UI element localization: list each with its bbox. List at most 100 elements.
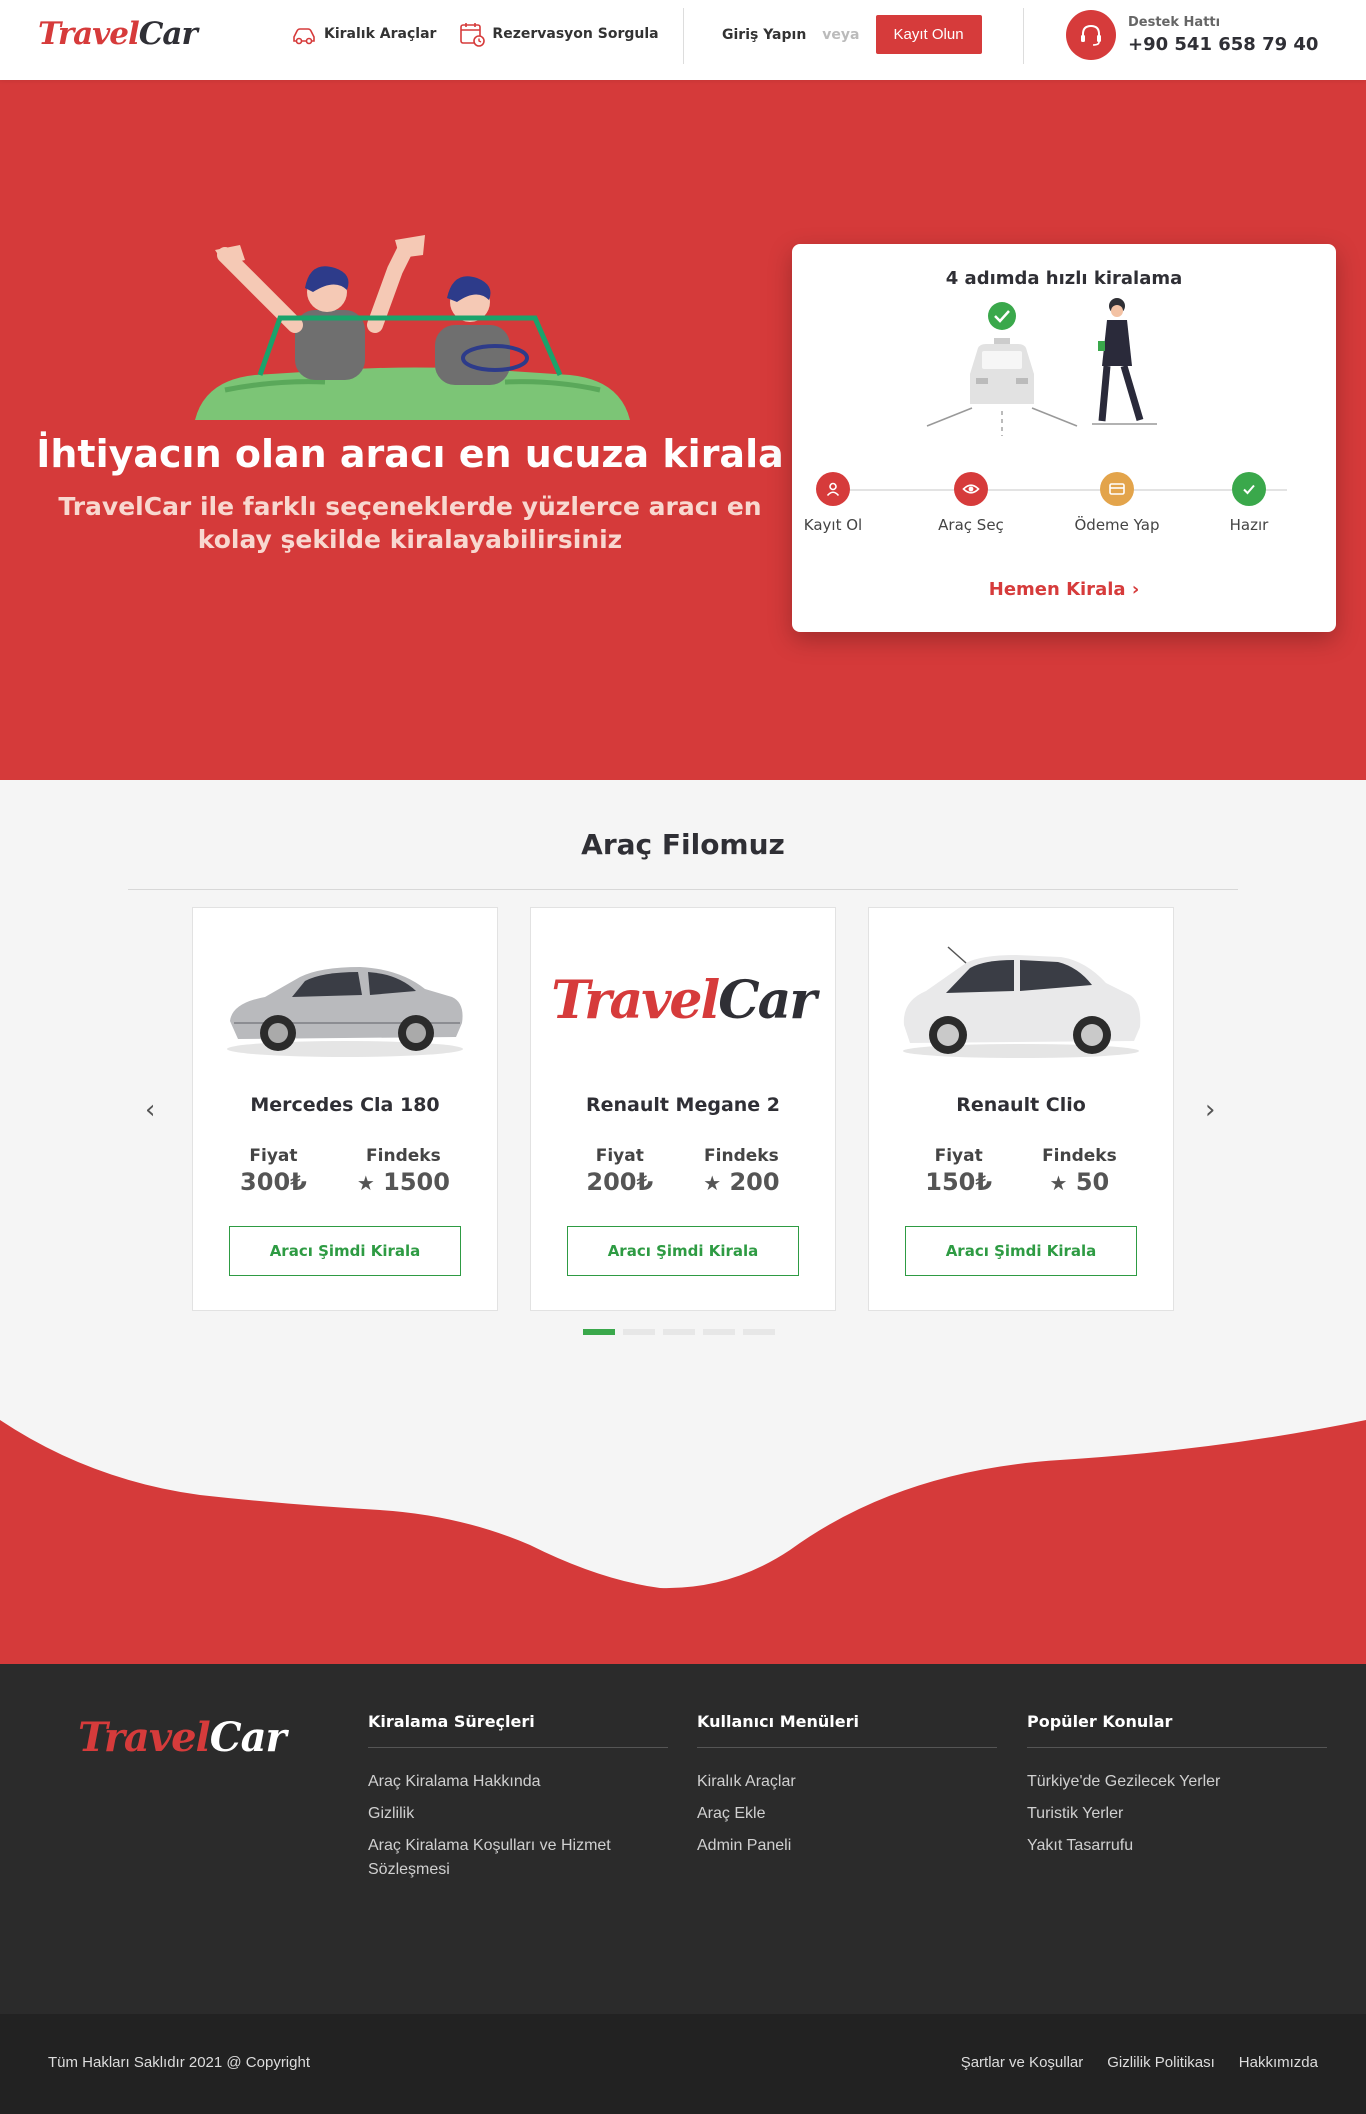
main-nav: Kiralık Araçlar Rezervasyon Sorgula — [290, 20, 659, 48]
nav-item-label: Rezervasyon Sorgula — [492, 26, 659, 42]
user-icon — [816, 472, 850, 506]
findeks-value: 200 — [729, 1168, 780, 1196]
about-link[interactable]: Hakkımızda — [1239, 2054, 1318, 2071]
star-icon: ★ — [1049, 1171, 1068, 1195]
site-header: TravelCar Kiralık Araçlar Rezervasyon So… — [0, 0, 1366, 80]
support-label: Destek Hattı — [1128, 15, 1221, 30]
footer-link[interactable]: Kiralık Araçlar — [697, 1770, 997, 1794]
login-link[interactable]: Giriş Yapın — [722, 27, 806, 43]
taxi-illustration — [926, 298, 1157, 436]
check-icon — [1232, 472, 1266, 506]
footer-link[interactable]: Araç Kiralama Hakkında — [368, 1770, 668, 1794]
footer-logo[interactable]: TravelCar — [78, 1714, 287, 1761]
step-choose-car: Araç Seç — [916, 472, 1026, 534]
findeks-stat: Findeks ★ 200 — [703, 1146, 779, 1196]
step-label: Ödeme Yap — [1074, 516, 1160, 534]
car-name: Mercedes Cla 180 — [250, 1094, 440, 1116]
privacy-policy-link[interactable]: Gizlilik Politikası — [1107, 2054, 1215, 2071]
logo-text-travel: Travel — [78, 1714, 211, 1761]
car-image-placeholder-logo: TravelCar — [541, 928, 825, 1073]
car-card: Renault Clio Fiyat 150₺ Findeks ★ 50 Ara… — [868, 907, 1174, 1311]
findeks-value: 1500 — [383, 1168, 450, 1196]
footer-column-popular-topics: Popüler Konular Türkiye'de Gezilecek Yer… — [1027, 1712, 1327, 1866]
footer-column-title: Kiralama Süreçleri — [368, 1712, 668, 1748]
footer-link[interactable]: Araç Ekle — [697, 1802, 997, 1826]
findeks-stat: Findeks ★ 50 — [1042, 1146, 1117, 1196]
quick-rent-steps-card: 4 adımda hızlı kiralama Kayıt Ol Araç Se… — [792, 244, 1336, 632]
price-stat: Fiyat 200₺ — [586, 1146, 653, 1196]
hero-subtitle: TravelCar ile farklı seçeneklerde yüzler… — [58, 492, 762, 554]
footer-link[interactable]: Türkiye'de Gezilecek Yerler — [1027, 1770, 1327, 1794]
footer-link[interactable]: Araç Kiralama Koşulları ve Hizmet Sözleş… — [368, 1834, 668, 1882]
calendar-icon — [460, 23, 486, 47]
carousel-dot[interactable] — [623, 1329, 655, 1335]
price-stat: Fiyat 300₺ — [240, 1146, 307, 1196]
copyright-text: Tüm Hakları Saklıdır 2021 @ Copyright — [48, 2054, 310, 2071]
price-label: Fiyat — [249, 1146, 298, 1166]
step-label: Hazır — [1229, 516, 1269, 534]
divider — [128, 889, 1238, 890]
carousel-dot[interactable] — [663, 1329, 695, 1335]
findeks-stat: Findeks ★ 1500 — [357, 1146, 450, 1196]
car-stats: Fiyat 300₺ Findeks ★ 1500 — [193, 1146, 497, 1196]
hero-title: İhtiyacın olan aracı en ucuza kirala — [36, 432, 784, 476]
price-label: Fiyat — [934, 1146, 983, 1166]
carousel-dot[interactable] — [743, 1329, 775, 1335]
support-hotline[interactable]: Destek Hattı +90 541 658 79 40 — [1066, 10, 1318, 60]
car-icon — [293, 28, 315, 45]
headset-icon — [1066, 10, 1116, 60]
step-payment: Ödeme Yap — [1062, 472, 1172, 534]
nav-item-label: Kiralık Araçlar — [324, 26, 437, 42]
step-register: Kayıt Ol — [778, 472, 888, 534]
footer-link[interactable]: Yakıt Tasarrufu — [1027, 1834, 1327, 1858]
footer-column-title: Popüler Konular — [1027, 1712, 1327, 1748]
footer-column-rental-process: Kiralama Süreçleri Araç Kiralama Hakkınd… — [368, 1712, 668, 1890]
carousel-dot[interactable] — [583, 1329, 615, 1335]
car-name: Renault Megane 2 — [585, 1094, 781, 1116]
or-text: veya — [822, 26, 860, 43]
step-ready: Hazır — [1194, 472, 1304, 534]
chevron-right-icon: › — [1131, 579, 1140, 600]
price-value: 300₺ — [240, 1168, 307, 1196]
nav-item-rental-cars[interactable]: Kiralık Araçlar — [290, 20, 436, 48]
car-stats: Fiyat 200₺ Findeks ★ 200 — [531, 1146, 835, 1196]
terms-link[interactable]: Şartlar ve Koşullar — [961, 2054, 1084, 2071]
car-image — [879, 928, 1163, 1073]
logo[interactable]: TravelCar — [38, 16, 198, 52]
logo-text-travel: Travel — [38, 16, 140, 52]
support-phone: +90 541 658 79 40 — [1128, 34, 1319, 55]
car-card: TravelCar Renault Megane 2 Fiyat 200₺ Fi… — [530, 907, 836, 1311]
rent-now-link[interactable]: Hemen Kirala › — [792, 579, 1336, 600]
eye-icon — [954, 472, 988, 506]
footer-column-title: Kullanıcı Menüleri — [697, 1712, 997, 1748]
price-stat: Fiyat 150₺ — [925, 1146, 992, 1196]
fleet-title: Araç Filomuz — [581, 828, 785, 861]
findeks-label: Findeks — [704, 1146, 779, 1166]
rent-car-button[interactable]: Aracı Şimdi Kirala — [229, 1226, 461, 1276]
logo-text-car: Car — [718, 970, 816, 1031]
star-icon: ★ — [356, 1171, 375, 1195]
footer-link[interactable]: Gizlilik — [368, 1802, 668, 1826]
hero-illustration — [195, 235, 630, 420]
findeks-label: Findeks — [366, 1146, 441, 1166]
divider — [683, 8, 684, 64]
logo-text-car: Car — [209, 1714, 287, 1761]
nav-item-reservation[interactable]: Rezervasyon Sorgula — [458, 20, 659, 48]
findeks-value: 50 — [1075, 1168, 1110, 1196]
price-value: 200₺ — [586, 1168, 654, 1196]
register-button[interactable]: Kayıt Olun — [875, 15, 982, 54]
logo-text-travel: Travel — [551, 970, 720, 1031]
star-icon: ★ — [703, 1171, 722, 1195]
carousel-prev-arrow[interactable]: ‹ — [145, 1095, 155, 1125]
footer-link[interactable]: Turistik Yerler — [1027, 1802, 1327, 1826]
price-label: Fiyat — [595, 1146, 644, 1166]
carousel-pagination — [583, 1329, 775, 1335]
footer-bottom-links: Şartlar ve Koşullar Gizlilik Politikası … — [961, 2054, 1318, 2071]
footer-bottom-bar: Tüm Hakları Saklıdır 2021 @ Copyright Şa… — [0, 2014, 1366, 2114]
rent-car-button[interactable]: Aracı Şimdi Kirala — [905, 1226, 1137, 1276]
footer-link[interactable]: Admin Paneli — [697, 1834, 997, 1858]
carousel-dot[interactable] — [703, 1329, 735, 1335]
carousel-next-arrow[interactable]: › — [1205, 1095, 1215, 1125]
rent-car-button[interactable]: Aracı Şimdi Kirala — [567, 1226, 799, 1276]
step-label: Kayıt Ol — [803, 516, 863, 534]
